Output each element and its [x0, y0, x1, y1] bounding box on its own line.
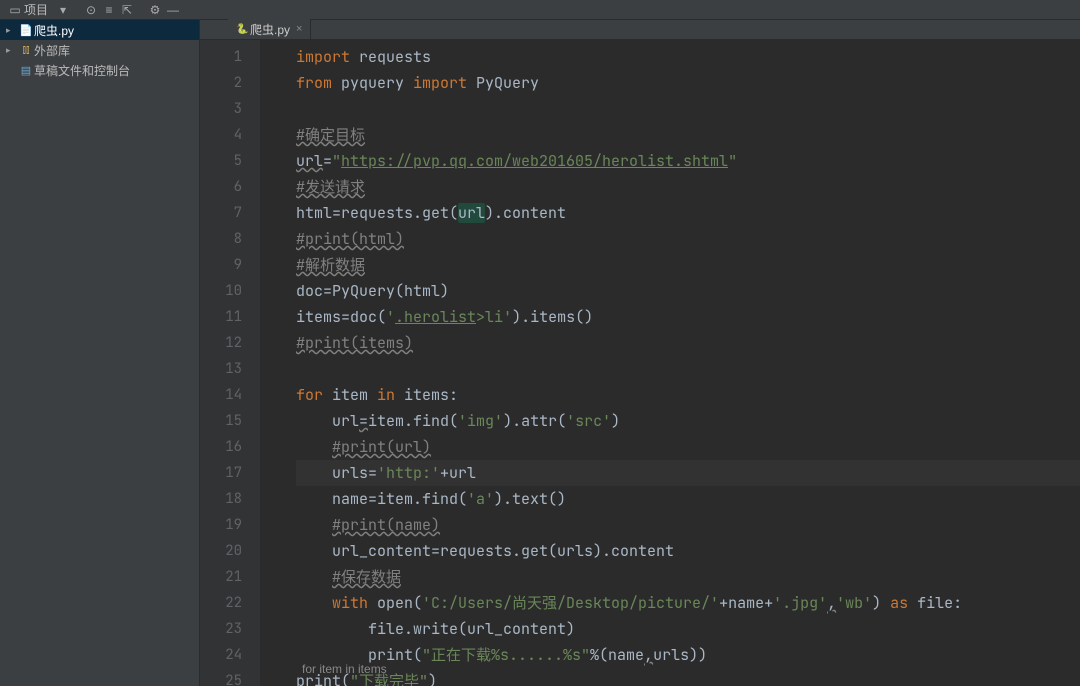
line-number: 10 [200, 278, 242, 304]
close-icon[interactable]: × [296, 23, 302, 35]
line-number: 7 [200, 200, 242, 226]
line-number: 21 [200, 564, 242, 590]
editor-tabbar: 🐍 爬虫.py × [200, 20, 1080, 40]
line-number: 25 [200, 668, 242, 686]
editor-area: 🐍 爬虫.py × 123456789101112131415161718192… [200, 20, 1080, 686]
line-number: 14 [200, 382, 242, 408]
chevron-right-icon: ▸ [6, 45, 18, 56]
line-number: 22 [200, 590, 242, 616]
line-number: 17 [200, 460, 242, 486]
line-number: 2 [200, 70, 242, 96]
line-number: 8 [200, 226, 242, 252]
tree-file-selected[interactable]: ▸ 📄 爬虫.py [0, 20, 199, 40]
tab-label: 爬虫.py [250, 21, 290, 38]
project-sidebar: ▸ 📄 爬虫.py ▸ ⫾⫾ 外部库 ▤ 草稿文件和控制台 [0, 20, 200, 686]
code-editor[interactable]: 1234567891011121314151617181920212223242… [200, 40, 1080, 686]
line-number: 13 [200, 356, 242, 382]
dropdown-icon[interactable]: ▾ [54, 3, 72, 17]
scratch-icon: ▤ [18, 64, 34, 77]
tree-external-libs[interactable]: ▸ ⫾⫾ 外部库 [0, 40, 199, 60]
line-number: 12 [200, 330, 242, 356]
python-file-icon: 📄 [18, 24, 34, 37]
line-number: 6 [200, 174, 242, 200]
hide-icon[interactable]: — [164, 3, 182, 17]
line-number: 5 [200, 148, 242, 174]
code-content[interactable]: import requests from pyquery import PyQu… [260, 40, 1080, 686]
project-label[interactable]: 项目 [24, 1, 48, 18]
library-icon: ⫾⫾ [18, 44, 34, 57]
tree-scratches[interactable]: ▤ 草稿文件和控制台 [0, 60, 199, 80]
line-number: 11 [200, 304, 242, 330]
gear-icon[interactable]: ⚙ [146, 3, 164, 17]
project-toolbar: ▭ 项目 ▾ ⊙ ≡ ⇱ ⚙ — [0, 0, 1080, 20]
expand-icon[interactable]: ≡ [100, 3, 118, 17]
tree-label: 外部库 [34, 42, 70, 59]
main-area: ▸ 📄 爬虫.py ▸ ⫾⫾ 外部库 ▤ 草稿文件和控制台 🐍 爬虫.py × … [0, 20, 1080, 686]
collapse-icon[interactable]: ⇱ [118, 3, 136, 17]
line-number: 15 [200, 408, 242, 434]
project-icon: ▭ [6, 3, 24, 17]
line-number: 4 [200, 122, 242, 148]
line-number: 9 [200, 252, 242, 278]
editor-tab[interactable]: 🐍 爬虫.py × [228, 19, 311, 39]
line-number: 23 [200, 616, 242, 642]
breadcrumb: for item in items [302, 656, 387, 682]
line-number: 1 [200, 44, 242, 70]
locate-icon[interactable]: ⊙ [82, 3, 100, 17]
line-number: 20 [200, 538, 242, 564]
line-number: 3 [200, 96, 242, 122]
python-icon: 🐍 [236, 24, 250, 35]
line-number: 19 [200, 512, 242, 538]
line-number: 24 [200, 642, 242, 668]
line-number: 16 [200, 434, 242, 460]
gutter: 1234567891011121314151617181920212223242… [200, 40, 260, 686]
line-number: 18 [200, 486, 242, 512]
chevron-right-icon: ▸ [6, 25, 18, 36]
tree-label: 草稿文件和控制台 [34, 62, 130, 79]
tree-label: 爬虫.py [34, 22, 74, 39]
